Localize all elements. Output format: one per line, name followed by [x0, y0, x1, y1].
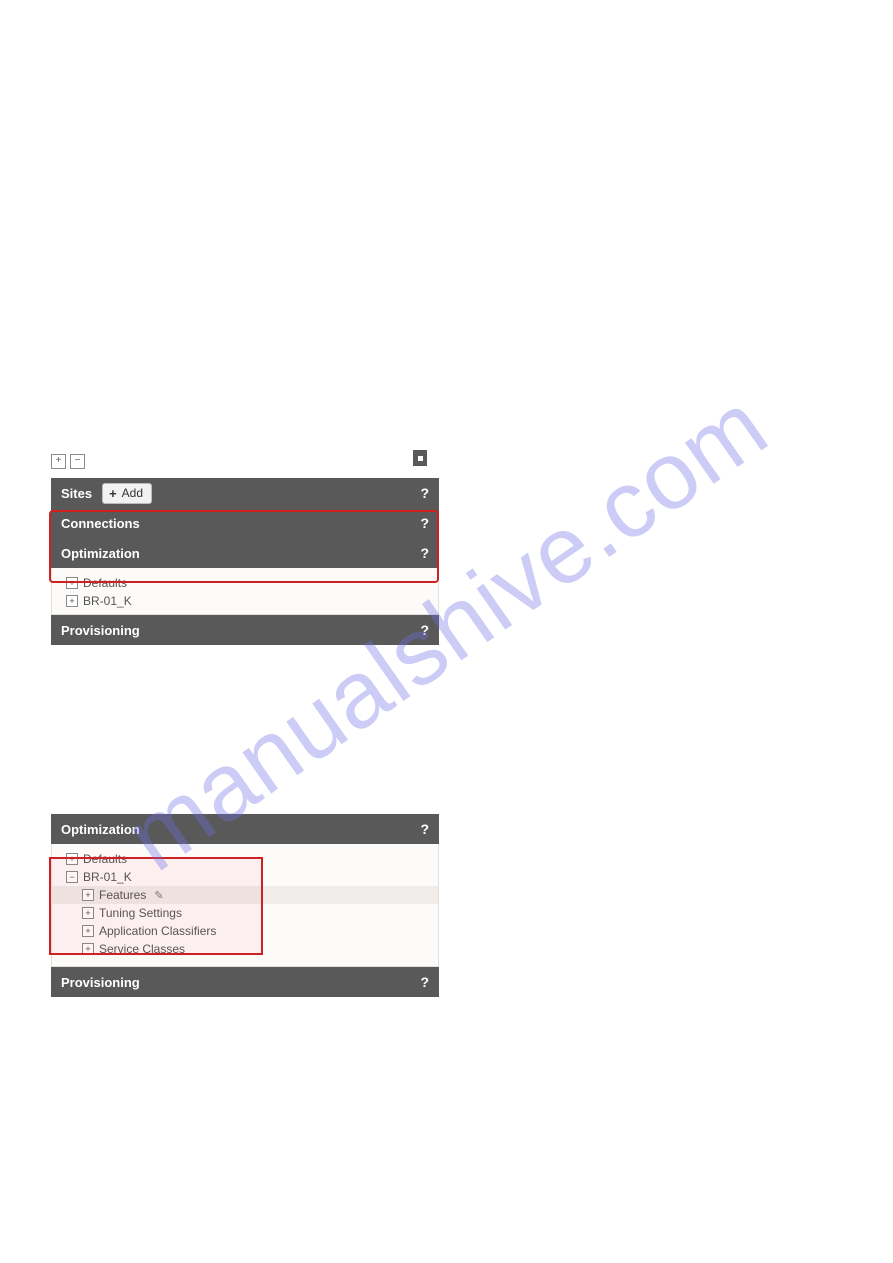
expand-icon[interactable]: +	[82, 889, 94, 901]
section-label: Provisioning	[61, 975, 140, 990]
add-button[interactable]: + Add	[102, 483, 152, 504]
tree-item-tuning-settings[interactable]: + Tuning Settings	[52, 904, 438, 922]
tree-item-label: Defaults	[83, 852, 127, 866]
section-header-provisioning[interactable]: Provisioning ?	[51, 967, 439, 997]
section-header-provisioning[interactable]: Provisioning ?	[51, 615, 439, 645]
tree-toolbar: + −	[51, 450, 439, 472]
collapse-all-icon[interactable]: −	[70, 454, 85, 469]
tree-item-defaults[interactable]: + Defaults	[52, 574, 438, 592]
optimization-body: + Defaults − BR-01_K + Features ✎ + Tuni…	[51, 844, 439, 967]
optimization-body: + Defaults + BR-01_K	[51, 568, 439, 615]
help-icon[interactable]: ?	[420, 821, 429, 837]
expand-icon[interactable]: +	[66, 853, 78, 865]
section-header-sites[interactable]: Sites + Add ?	[51, 478, 439, 508]
expand-icon[interactable]: +	[66, 595, 78, 607]
help-icon[interactable]: ?	[420, 485, 429, 501]
section-label: Provisioning	[61, 623, 140, 638]
section-header-optimization[interactable]: Optimization ?	[51, 538, 439, 568]
config-panel-2: Optimization ? + Defaults − BR-01_K + Fe…	[51, 814, 439, 997]
expand-icon[interactable]: +	[82, 925, 94, 937]
tree-item-service-classes[interactable]: + Service Classes	[52, 940, 438, 958]
tree-item-label: Tuning Settings	[99, 906, 182, 920]
add-button-label: Add	[122, 486, 143, 500]
expand-icon[interactable]: +	[66, 577, 78, 589]
section-label: Sites	[61, 486, 92, 501]
expand-all-icon[interactable]: +	[51, 454, 66, 469]
edit-icon[interactable]: ✎	[154, 889, 163, 902]
config-panel-1: + − Sites + Add ? Connections ? Optimiza…	[51, 450, 439, 645]
expand-icon[interactable]: +	[82, 907, 94, 919]
collapse-icon[interactable]: −	[66, 871, 78, 883]
help-icon[interactable]: ?	[420, 545, 429, 561]
help-icon[interactable]: ?	[420, 622, 429, 638]
tree-item-label: Service Classes	[99, 942, 185, 956]
tree-item-label: Application Classifiers	[99, 924, 216, 938]
tree-item-application-classifiers[interactable]: + Application Classifiers	[52, 922, 438, 940]
tree-item-features[interactable]: + Features ✎	[52, 886, 438, 904]
tree-item-label: Features	[99, 888, 146, 902]
section-label: Optimization	[61, 546, 140, 561]
expand-icon[interactable]: +	[82, 943, 94, 955]
section-header-connections[interactable]: Connections ?	[51, 508, 439, 538]
tree-item-label: Defaults	[83, 576, 127, 590]
help-icon[interactable]: ?	[420, 515, 429, 531]
tree-item-br01k[interactable]: − BR-01_K	[52, 868, 438, 886]
tree-item-defaults[interactable]: + Defaults	[52, 850, 438, 868]
section-label: Connections	[61, 516, 140, 531]
help-icon[interactable]: ?	[420, 974, 429, 990]
tree-item-br01k[interactable]: + BR-01_K	[52, 592, 438, 610]
tree-item-label: BR-01_K	[83, 870, 132, 884]
section-label: Optimization	[61, 822, 140, 837]
tree-item-label: BR-01_K	[83, 594, 132, 608]
toolbar-action-icon[interactable]	[413, 450, 427, 466]
plus-icon: +	[109, 486, 117, 501]
section-header-optimization[interactable]: Optimization ?	[51, 814, 439, 844]
